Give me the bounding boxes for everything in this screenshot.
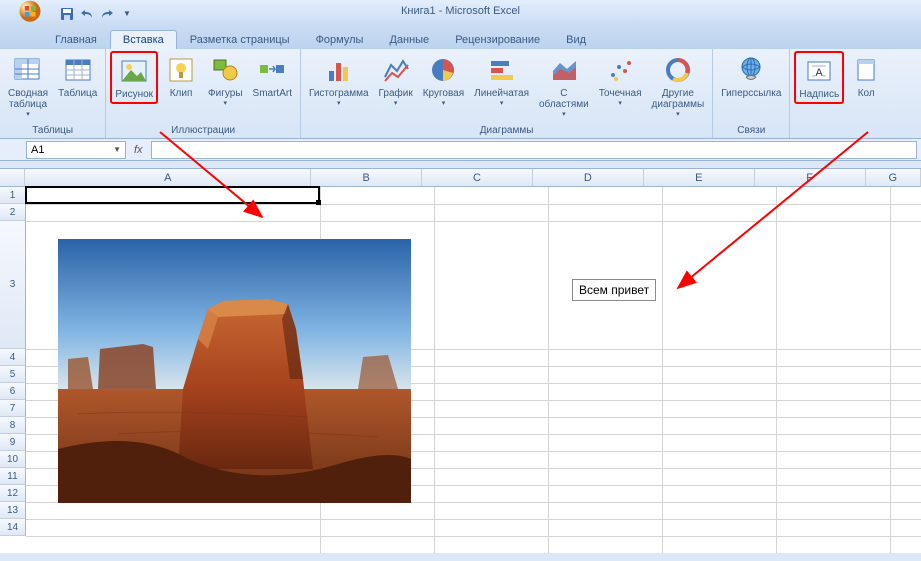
shapes-button[interactable]: Фигуры▾ xyxy=(204,51,246,110)
embedded-image[interactable] xyxy=(58,239,411,503)
textbox-button[interactable]: A Надпись xyxy=(794,51,844,104)
ribbon: Сводная таблица▾ Таблица Таблицы Рисунок… xyxy=(0,49,921,139)
group-illustrations: Рисунок Клип Фигуры▾ SmartArt Иллюстраци… xyxy=(106,49,301,138)
tab-review[interactable]: Рецензирование xyxy=(442,30,553,49)
hyperlink-icon xyxy=(735,54,767,86)
formula-input[interactable] xyxy=(151,141,917,159)
row-header[interactable]: 11 xyxy=(0,468,26,485)
svg-text:A: A xyxy=(816,67,824,79)
column-chart-button[interactable]: Гистограмма▾ xyxy=(305,51,373,110)
cells-area[interactable]: Всем привет xyxy=(26,187,921,553)
group-text: A Надпись Кол xyxy=(790,49,890,138)
clip-icon xyxy=(165,54,197,86)
redo-icon[interactable] xyxy=(99,6,115,22)
col-header-d[interactable]: D xyxy=(533,169,644,187)
tab-formulas[interactable]: Формулы xyxy=(303,30,377,49)
tab-data[interactable]: Данные xyxy=(376,30,442,49)
tab-page-layout[interactable]: Разметка страницы xyxy=(177,30,303,49)
group-tables: Сводная таблица▾ Таблица Таблицы xyxy=(0,49,106,138)
table-icon xyxy=(62,54,94,86)
row-header[interactable]: 8 xyxy=(0,417,26,434)
shapes-icon xyxy=(209,54,241,86)
pivot-table-icon xyxy=(12,54,44,86)
picture-button[interactable]: Рисунок xyxy=(110,51,158,104)
tab-view[interactable]: Вид xyxy=(553,30,599,49)
select-all-corner[interactable] xyxy=(0,169,25,187)
line-chart-icon xyxy=(380,54,412,86)
row-header[interactable]: 1 xyxy=(0,187,26,204)
textbox-content[interactable]: Всем привет xyxy=(572,279,656,301)
row-header[interactable]: 10 xyxy=(0,451,26,468)
title-bar: ▼ Книга1 - Microsoft Excel xyxy=(0,0,921,27)
bar-chart-icon xyxy=(486,54,518,86)
selected-cell[interactable] xyxy=(25,186,320,204)
other-charts-icon xyxy=(662,54,694,86)
row-header[interactable]: 7 xyxy=(0,400,26,417)
row-header[interactable]: 5 xyxy=(0,366,26,383)
name-box[interactable]: ▼ xyxy=(26,141,126,159)
line-chart-button[interactable]: График▾ xyxy=(375,51,417,110)
quick-access-toolbar: ▼ xyxy=(59,6,135,22)
row-header[interactable]: 14 xyxy=(0,519,26,536)
column-headers: A B C D E F G xyxy=(0,169,921,187)
ribbon-tabs: Главная Вставка Разметка страницы Формул… xyxy=(0,27,921,49)
pie-chart-icon xyxy=(427,54,459,86)
other-charts-button[interactable]: Другие диаграммы▾ xyxy=(648,51,709,121)
row-header[interactable]: 4 xyxy=(0,349,26,366)
row-header[interactable]: 13 xyxy=(0,502,26,519)
spacer xyxy=(0,161,921,169)
pie-chart-button[interactable]: Круговая▾ xyxy=(419,51,468,110)
clip-button[interactable]: Клип xyxy=(160,51,202,102)
row-header[interactable]: 12 xyxy=(0,485,26,502)
col-header-a[interactable]: A xyxy=(25,169,311,187)
col-header-g[interactable]: G xyxy=(866,169,921,187)
fx-icon[interactable]: fx xyxy=(134,144,143,156)
scatter-chart-button[interactable]: Точечная▾ xyxy=(595,51,646,110)
col-header-e[interactable]: E xyxy=(644,169,755,187)
row-header[interactable]: 9 xyxy=(0,434,26,451)
row-header[interactable]: 6 xyxy=(0,383,26,400)
smartart-button[interactable]: SmartArt xyxy=(249,51,296,102)
textbox-icon: A xyxy=(803,55,835,87)
tab-insert[interactable]: Вставка xyxy=(110,30,177,49)
column-chart-icon xyxy=(323,54,355,86)
group-charts: Гистограмма▾ График▾ Круговая▾ Линейчата… xyxy=(301,49,713,138)
col-header-f[interactable]: F xyxy=(755,169,866,187)
row-header[interactable]: 3 xyxy=(0,221,26,349)
save-icon[interactable] xyxy=(59,6,75,22)
smartart-icon xyxy=(256,54,288,86)
area-chart-button[interactable]: С областями▾ xyxy=(535,51,593,121)
header-footer-button[interactable]: Кол xyxy=(846,51,886,102)
col-header-c[interactable]: C xyxy=(422,169,533,187)
window-title: Книга1 - Microsoft Excel xyxy=(401,5,520,17)
header-footer-icon xyxy=(850,54,882,86)
name-box-input[interactable] xyxy=(31,144,101,156)
formula-bar: ▼ fx xyxy=(0,139,921,161)
worksheet-grid: A B C D E F G 1 2 3 4 5 6 7 8 9 10 11 12… xyxy=(0,169,921,553)
pivot-table-button[interactable]: Сводная таблица▾ xyxy=(4,51,52,121)
name-box-dropdown-icon[interactable]: ▼ xyxy=(113,145,121,154)
undo-icon[interactable] xyxy=(79,6,95,22)
col-header-b[interactable]: B xyxy=(311,169,422,187)
tab-home[interactable]: Главная xyxy=(42,30,110,49)
picture-icon xyxy=(118,55,150,87)
row-headers: 1 2 3 4 5 6 7 8 9 10 11 12 13 14 xyxy=(0,187,26,553)
row-header[interactable]: 2 xyxy=(0,204,26,221)
scatter-chart-icon xyxy=(604,54,636,86)
area-chart-icon xyxy=(548,54,580,86)
office-button[interactable] xyxy=(12,0,49,27)
bar-chart-button[interactable]: Линейчатая▾ xyxy=(470,51,533,110)
group-links: Гиперссылка Связи xyxy=(713,49,790,138)
hyperlink-button[interactable]: Гиперссылка xyxy=(717,51,785,102)
table-button[interactable]: Таблица xyxy=(54,51,101,102)
qat-dropdown-icon[interactable]: ▼ xyxy=(119,6,135,22)
